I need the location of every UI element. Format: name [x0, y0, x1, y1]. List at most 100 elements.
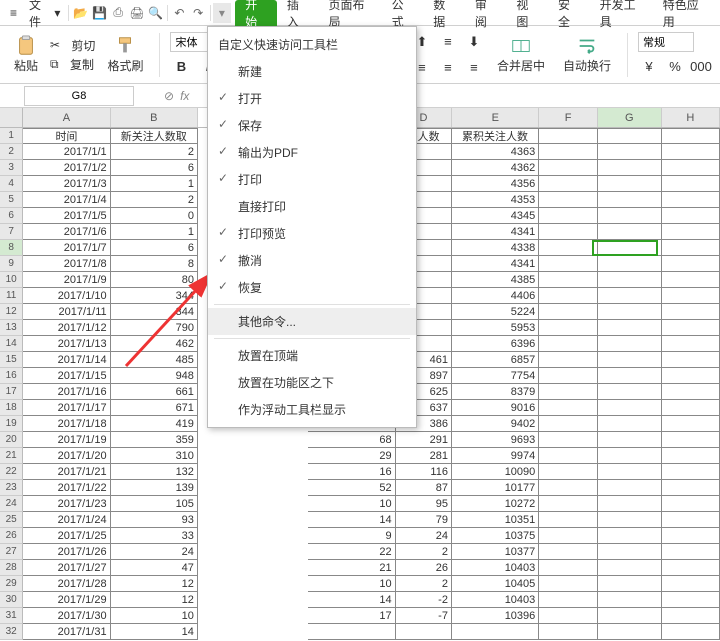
- dropdown-item-4[interactable]: ✓打印: [208, 166, 416, 193]
- row-header[interactable]: 15: [0, 352, 23, 368]
- cell[interactable]: [662, 384, 720, 400]
- cell[interactable]: 9402: [452, 416, 539, 432]
- cell[interactable]: [662, 528, 720, 544]
- row-header[interactable]: 3: [0, 160, 23, 176]
- cell[interactable]: [598, 528, 662, 544]
- cell[interactable]: 344: [111, 304, 198, 320]
- cell[interactable]: [598, 496, 662, 512]
- cell[interactable]: -2: [396, 592, 452, 608]
- cell[interactable]: 105: [111, 496, 198, 512]
- row-header[interactable]: 30: [0, 592, 23, 608]
- dropdown-place-under[interactable]: 放置在功能区之下: [208, 369, 416, 396]
- cell[interactable]: 10: [111, 608, 198, 624]
- cell[interactable]: 10396: [452, 608, 539, 624]
- cell[interactable]: 17: [308, 608, 395, 624]
- tab-view[interactable]: 视图: [506, 0, 548, 26]
- cell[interactable]: [598, 464, 662, 480]
- row-header[interactable]: 13: [0, 320, 23, 336]
- cell[interactable]: 2017/1/9: [23, 272, 110, 288]
- dropdown-item-3[interactable]: ✓输出为PDF: [208, 139, 416, 166]
- cell[interactable]: 2: [111, 192, 198, 208]
- copy-button[interactable]: ⧉ 复制: [50, 56, 95, 73]
- cell[interactable]: [598, 624, 662, 640]
- row-header[interactable]: 12: [0, 304, 23, 320]
- cell[interactable]: [598, 384, 662, 400]
- row-header[interactable]: 2: [0, 144, 23, 160]
- cell[interactable]: [539, 208, 597, 224]
- cell[interactable]: 2017/1/22: [23, 480, 110, 496]
- cell[interactable]: [662, 160, 720, 176]
- cell[interactable]: [662, 256, 720, 272]
- cell[interactable]: [539, 144, 597, 160]
- cell[interactable]: [539, 480, 597, 496]
- align-bot-button[interactable]: ⬇: [463, 31, 485, 53]
- cell[interactable]: 累积关注人数: [452, 128, 539, 144]
- align-center-button[interactable]: ≡: [437, 57, 459, 79]
- dropdown-other-commands[interactable]: 其他命令...: [208, 308, 416, 335]
- cell[interactable]: [539, 336, 597, 352]
- cell[interactable]: 2017/1/6: [23, 224, 110, 240]
- row-header[interactable]: 9: [0, 256, 23, 272]
- cell[interactable]: [662, 560, 720, 576]
- cell[interactable]: [662, 320, 720, 336]
- cell[interactable]: [598, 288, 662, 304]
- cell[interactable]: [598, 432, 662, 448]
- cell[interactable]: [539, 224, 597, 240]
- cell[interactable]: [539, 528, 597, 544]
- cell[interactable]: [539, 272, 597, 288]
- fx-icon[interactable]: fx: [180, 89, 189, 103]
- cell[interactable]: 462: [111, 336, 198, 352]
- cell[interactable]: 10: [308, 496, 395, 512]
- dropdown-item-2[interactable]: ✓保存: [208, 112, 416, 139]
- col-header-a[interactable]: A: [23, 108, 110, 127]
- cell[interactable]: 4356: [452, 176, 539, 192]
- cell[interactable]: 6857: [452, 352, 539, 368]
- cell[interactable]: [662, 128, 720, 144]
- cell[interactable]: 2017/1/10: [23, 288, 110, 304]
- cell[interactable]: 9: [308, 528, 395, 544]
- cell[interactable]: 14: [111, 624, 198, 640]
- cell[interactable]: 26: [396, 560, 452, 576]
- tab-formula[interactable]: 公式: [382, 0, 424, 26]
- cell[interactable]: [598, 512, 662, 528]
- cell[interactable]: 10177: [452, 480, 539, 496]
- cell[interactable]: 4338: [452, 240, 539, 256]
- cell[interactable]: [598, 272, 662, 288]
- cell[interactable]: 24: [111, 544, 198, 560]
- row-header[interactable]: 20: [0, 432, 23, 448]
- cell[interactable]: [539, 416, 597, 432]
- cell[interactable]: 22: [308, 544, 395, 560]
- cell[interactable]: 16: [308, 464, 395, 480]
- row-header[interactable]: 23: [0, 480, 23, 496]
- align-right-button[interactable]: ≡: [463, 57, 485, 79]
- cell[interactable]: [598, 592, 662, 608]
- cell[interactable]: 139: [111, 480, 198, 496]
- cell[interactable]: 87: [396, 480, 452, 496]
- dropdown-item-0[interactable]: 新建: [208, 58, 416, 85]
- tab-data[interactable]: 数据: [423, 0, 465, 26]
- cell[interactable]: [539, 576, 597, 592]
- cell[interactable]: [662, 400, 720, 416]
- cancel-icon[interactable]: ⊘: [164, 89, 174, 103]
- row-header[interactable]: 32: [0, 624, 23, 640]
- cell[interactable]: [539, 240, 597, 256]
- cell[interactable]: [539, 448, 597, 464]
- row-header[interactable]: 1: [0, 128, 23, 144]
- bold-button[interactable]: B: [170, 56, 192, 78]
- cell[interactable]: 2017/1/25: [23, 528, 110, 544]
- currency-button[interactable]: ¥: [638, 56, 660, 78]
- cell[interactable]: [598, 480, 662, 496]
- cell[interactable]: [539, 320, 597, 336]
- cell[interactable]: [662, 176, 720, 192]
- cell[interactable]: 7754: [452, 368, 539, 384]
- cell[interactable]: [598, 352, 662, 368]
- cell[interactable]: [539, 192, 597, 208]
- cell[interactable]: 2017/1/26: [23, 544, 110, 560]
- cell[interactable]: 95: [396, 496, 452, 512]
- cell[interactable]: [539, 384, 597, 400]
- cell[interactable]: [662, 288, 720, 304]
- cell[interactable]: [662, 224, 720, 240]
- dropdown-item-7[interactable]: ✓撤消: [208, 247, 416, 274]
- cell[interactable]: 9974: [452, 448, 539, 464]
- format-painter-button[interactable]: 格式刷: [101, 33, 149, 76]
